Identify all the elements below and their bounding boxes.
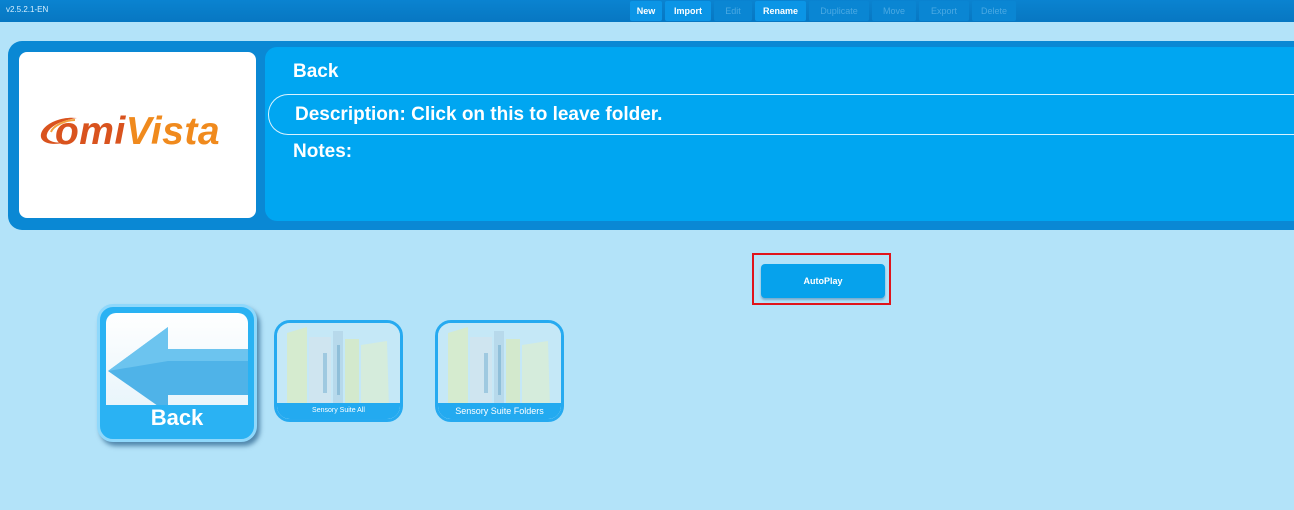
autoplay-button[interactable]: AutoPlay — [761, 264, 885, 298]
delete-button[interactable]: Delete — [972, 1, 1016, 21]
import-button[interactable]: Import — [665, 1, 711, 21]
toolbar-button-group: New Import Edit Rename Duplicate Move Ex… — [630, 1, 1016, 21]
back-tile-label: Back — [150, 405, 204, 430]
duplicate-button[interactable]: Duplicate — [809, 1, 869, 21]
omivista-logo: omiVista — [19, 110, 256, 154]
item-image: omiVista — [19, 52, 256, 218]
back-arrow-icon — [108, 327, 248, 413]
item-notes: Notes: — [293, 141, 353, 162]
top-toolbar: v2.5.2.1-EN New Import Edit Rename Dupli… — [0, 0, 1294, 22]
edit-button[interactable]: Edit — [714, 1, 752, 21]
folder-tile-label: Sensory Suite Folders — [438, 403, 561, 419]
item-details: Back Description: Click on this to leave… — [265, 47, 1294, 221]
item-description: Description: Click on this to leave fold… — [295, 104, 663, 125]
version-label: v2.5.2.1-EN — [6, 5, 49, 14]
logo-text-omi: omi — [54, 110, 126, 153]
export-button[interactable]: Export — [919, 1, 969, 21]
logo-text-vista: Vista — [125, 110, 221, 153]
description-box: Description: Click on this to leave fold… — [268, 94, 1294, 135]
folder-tile-label: Sensory Suite All — [277, 403, 400, 419]
folder-tile-sensory-suite-all[interactable]: Sensory Suite All — [274, 320, 403, 422]
folder-tile-sensory-suite-folders[interactable]: Sensory Suite Folders — [435, 320, 564, 422]
back-tile[interactable]: Back — [97, 304, 257, 442]
rename-button[interactable]: Rename — [755, 1, 806, 21]
back-tile-image — [106, 313, 248, 413]
new-button[interactable]: New — [630, 1, 662, 21]
move-button[interactable]: Move — [872, 1, 916, 21]
item-name: Back — [293, 61, 339, 82]
